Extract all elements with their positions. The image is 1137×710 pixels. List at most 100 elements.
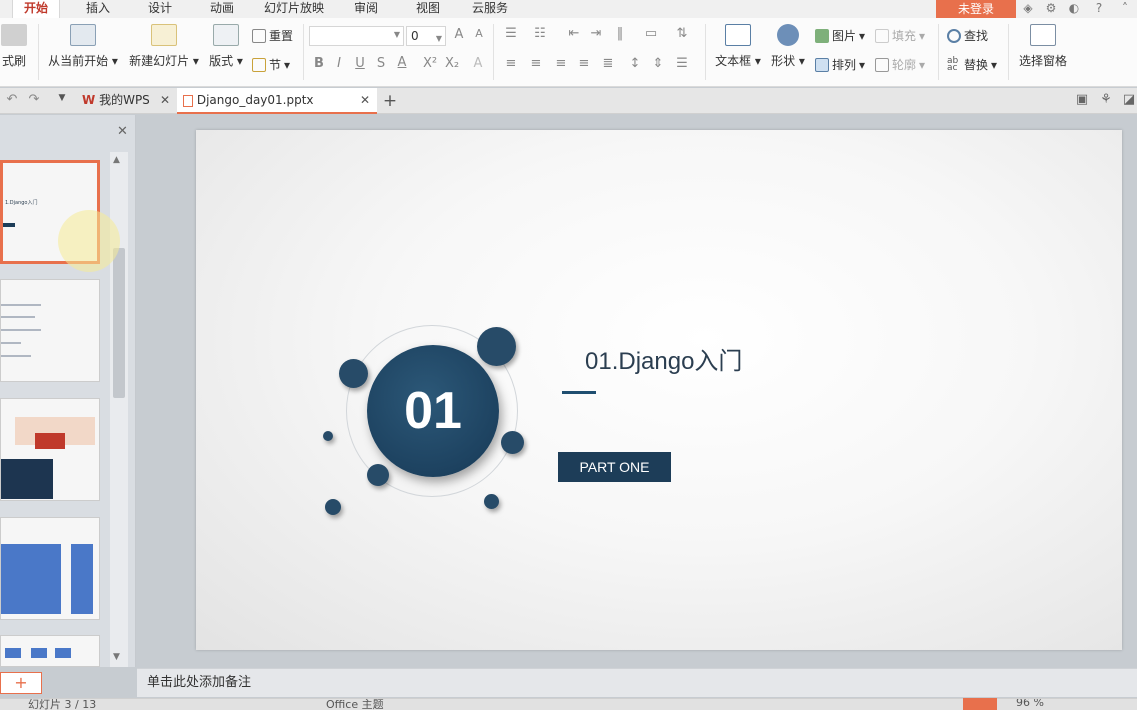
settings-icon[interactable]: ⚙ — [1044, 1, 1058, 15]
new-slide-button[interactable]: 新建幻灯片 ▾ — [127, 24, 201, 69]
section-number: 01 — [404, 382, 462, 440]
layout-button[interactable]: 版式 ▾ — [206, 24, 246, 69]
tab-design[interactable]: 设计 — [138, 0, 182, 18]
help-icon[interactable]: ? — [1092, 1, 1106, 15]
find-button[interactable]: 查找 — [947, 27, 988, 44]
increase-indent-icon[interactable]: ⇥ — [588, 26, 604, 41]
font-size-select[interactable]: 0 ▼ — [406, 26, 446, 46]
thumbnail-image — [35, 433, 65, 449]
close-icon[interactable]: ✕ — [360, 93, 370, 107]
bold-icon[interactable]: B — [311, 56, 327, 71]
undo-icon[interactable]: ↶ — [4, 92, 20, 107]
close-icon[interactable]: ✕ — [160, 93, 170, 107]
ribbon-separator — [38, 24, 39, 80]
tab-animation[interactable]: 动画 — [200, 0, 244, 18]
shape-button[interactable]: 形状 ▾ — [768, 24, 808, 69]
tab-view[interactable]: 视图 — [406, 0, 450, 18]
fill-button[interactable]: 填充 ▾ — [875, 27, 925, 44]
thumbnail-diagram-block — [71, 544, 93, 614]
notes-input[interactable]: 单击此处添加备注 — [137, 668, 1137, 697]
align-right-icon[interactable]: ≡ — [553, 56, 569, 71]
grow-font-icon[interactable]: A — [451, 27, 467, 42]
chevron-down-icon: ▼ — [393, 30, 400, 39]
subscript-icon[interactable]: X₂ — [444, 56, 460, 71]
textbox-button[interactable]: 文本框 ▾ — [712, 24, 764, 69]
underline-icon[interactable]: U — [352, 56, 368, 71]
tab-home[interactable]: 开始 — [12, 0, 60, 18]
picture-button[interactable]: 图片 ▾ — [815, 27, 865, 44]
add-slide-button[interactable]: + — [0, 672, 42, 694]
columns-icon[interactable]: ☰ — [674, 56, 690, 71]
close-icon[interactable]: ✕ — [117, 124, 128, 139]
decrease-indent-icon[interactable]: ⇤ — [566, 26, 582, 41]
picture-label: 图片 — [832, 29, 857, 43]
tab-document[interactable]: Django_day01.pptx — [177, 88, 377, 114]
slide-thumbnail-6[interactable] — [0, 517, 100, 620]
decor-dot — [323, 431, 333, 441]
new-slide-label: 新建幻灯片 ▾ — [129, 54, 199, 68]
shadow-icon[interactable]: S — [373, 56, 389, 71]
paragraph-spacing-icon[interactable]: ⇕ — [650, 56, 666, 71]
text-direction-icon[interactable]: ‖ — [612, 26, 628, 41]
from-current-button[interactable]: 从当前开始 ▾ — [46, 24, 120, 69]
justify-icon[interactable]: ≡ — [576, 56, 592, 71]
align-center-icon[interactable]: ≡ — [528, 56, 544, 71]
textbox-label: 文本框 ▾ — [715, 54, 761, 68]
sort-icon[interactable]: ⇅ — [674, 26, 690, 41]
shape-icon — [777, 24, 799, 46]
picture-icon — [815, 28, 829, 43]
decor-dot — [325, 499, 341, 515]
distribute-icon[interactable]: ≣ — [600, 56, 616, 71]
tab-cloud[interactable]: 云服务 — [466, 0, 514, 18]
comment-icon[interactable]: ▣ — [1074, 92, 1090, 107]
align-left-icon[interactable]: ≡ — [503, 56, 519, 71]
slide-thumbnail-5[interactable] — [0, 398, 100, 501]
document-tab-bar: ↶ ↷ ▼ W 我的WPS ✕ Django_day01.pptx ✕ + ▣ … — [0, 88, 1137, 114]
tab-insert[interactable]: 插入 — [76, 0, 120, 18]
skin-icon[interactable]: ◈ — [1021, 1, 1035, 15]
slide-title[interactable]: 01.Django入门 — [585, 341, 742, 376]
line-spacing-icon[interactable]: ↕ — [627, 56, 643, 71]
select-pane-button[interactable]: 选择窗格 — [1014, 24, 1072, 69]
slide-thumbnail-7[interactable] — [0, 635, 100, 667]
font-size-value: 0 — [411, 29, 419, 43]
section-button[interactable]: 节 ▾ — [252, 56, 290, 73]
person-icon[interactable]: ⚘ — [1098, 92, 1114, 107]
current-slide[interactable]: 01 01.Django入门 PART ONE — [196, 130, 1122, 650]
redo-icon[interactable]: ↷ — [26, 92, 42, 107]
slideshow-play-button[interactable] — [963, 698, 997, 710]
bullets-icon[interactable]: ☰ — [503, 26, 519, 41]
slide-counter: 幻灯片 3 / 13 — [28, 698, 97, 710]
replace-button[interactable]: ab ac 替换 ▾ — [947, 56, 997, 73]
pptx-file-icon — [183, 94, 193, 107]
align-text-icon[interactable]: ▭ — [643, 26, 659, 41]
thumbnail-image — [1, 459, 53, 499]
superscript-icon[interactable]: X² — [422, 56, 438, 71]
format-painter-label: 式刷 — [1, 54, 26, 68]
outline-button[interactable]: 轮廓 ▾ — [875, 56, 925, 73]
part-label[interactable]: PART ONE — [558, 452, 671, 482]
font-color-icon[interactable]: A — [394, 55, 410, 70]
tab-slideshow[interactable]: 幻灯片放映 — [258, 0, 330, 18]
collapse-icon[interactable]: ˄ — [1118, 1, 1132, 15]
tab-review[interactable]: 审阅 — [344, 0, 388, 18]
font-name-select[interactable]: ▼ — [309, 26, 404, 46]
thumbnail-scrollbar-thumb[interactable] — [113, 248, 125, 398]
quick-access-dropdown-icon[interactable]: ▼ — [54, 93, 70, 103]
shrink-font-icon[interactable]: A — [471, 27, 487, 40]
share-icon[interactable]: ◐ — [1067, 1, 1081, 15]
window-icon[interactable]: ◪ — [1121, 92, 1137, 107]
login-button[interactable]: 未登录 — [936, 0, 1016, 19]
arrange-button[interactable]: 排列 ▾ — [815, 56, 865, 73]
title-underline — [562, 391, 596, 394]
ribbon-separator — [493, 24, 494, 80]
new-tab-plus-icon[interactable]: + — [382, 91, 398, 111]
numbering-icon[interactable]: ☷ — [532, 26, 548, 41]
reset-button[interactable]: 重置 — [252, 27, 293, 44]
italic-icon[interactable]: I — [331, 56, 347, 71]
format-painter-button[interactable]: 式刷 — [0, 24, 34, 69]
slide-thumbnail-4[interactable] — [0, 279, 100, 382]
scroll-up-icon[interactable]: ▲ — [113, 155, 120, 165]
clear-format-icon[interactable]: A — [470, 56, 486, 71]
scroll-down-icon[interactable]: ▼ — [113, 652, 120, 662]
